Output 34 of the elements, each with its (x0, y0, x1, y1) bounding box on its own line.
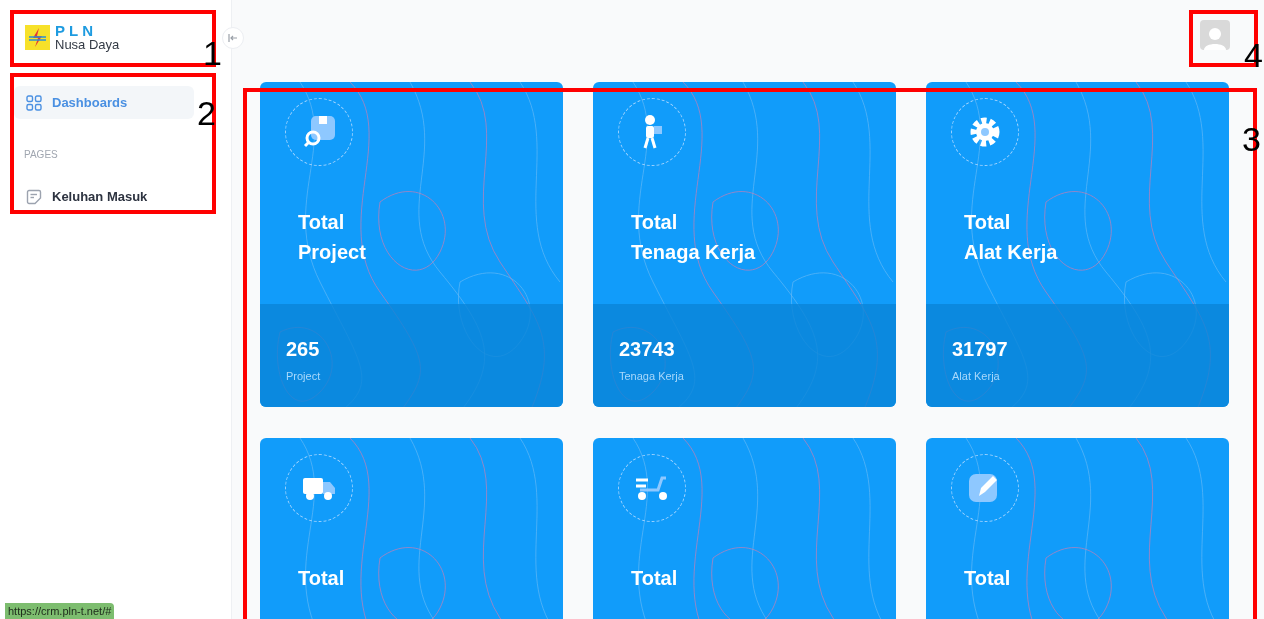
card-title: Total (631, 566, 679, 591)
stat-unit: Alat Kerja (952, 369, 1001, 384)
stat-value: 23743 (619, 337, 676, 362)
status-url: https://crm.pln-t.net/# (5, 603, 115, 619)
stat-value: 31797 (952, 337, 1009, 362)
stat-card[interactable]: Total Tenaga Kerja 23743 Tenaga Kerja (593, 82, 896, 407)
card-title: Total (298, 210, 346, 235)
stat-unit: Project (286, 369, 322, 384)
section-label: PAGES (23, 148, 59, 162)
stat-card[interactable]: Total (260, 438, 563, 619)
card-title: Project (298, 240, 367, 265)
stat-card[interactable]: Total (926, 438, 1229, 619)
stat-card[interactable]: Total Alat Kerja 31797 Alat Kerja (926, 82, 1229, 407)
grid-icon (26, 94, 42, 111)
logo-title: PLN (55, 23, 98, 38)
card-title: Total (964, 566, 1012, 591)
card-title: Total (631, 210, 679, 235)
collapse-sidebar-button[interactable] (222, 27, 244, 49)
stat-value: 265 (286, 337, 321, 362)
card-title: Total (298, 566, 346, 591)
lightning-logo-icon (25, 24, 50, 50)
card-title: Total (964, 210, 1012, 235)
collapse-icon (228, 33, 238, 43)
card-title: Tenaga Kerja (631, 240, 757, 265)
sidebar-item[interactable]: Dashboards (14, 86, 194, 119)
stat-card[interactable]: Total Project 265 Project (260, 82, 563, 407)
user-avatar[interactable] (1200, 20, 1230, 50)
note-icon (26, 188, 42, 205)
sidebar-item[interactable]: Keluhan Masuk (14, 180, 194, 213)
person-silhouette-icon (1204, 26, 1226, 50)
stat-card[interactable]: Total (593, 438, 896, 619)
card-title: Alat Kerja (964, 240, 1059, 265)
stat-unit: Tenaga Kerja (619, 369, 685, 384)
logo-subtitle: Nusa Daya (55, 38, 120, 51)
